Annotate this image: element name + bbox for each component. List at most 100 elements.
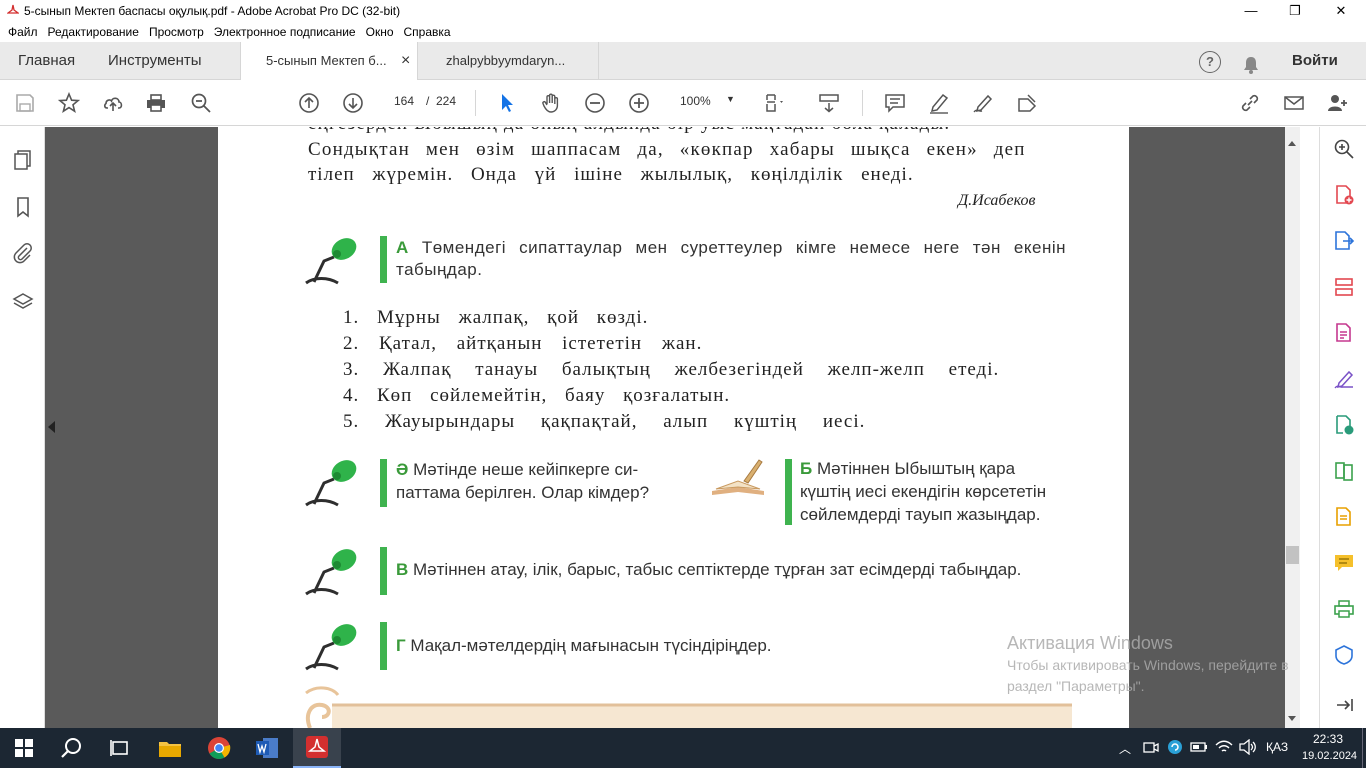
menu-sign[interactable]: Электронное подписание [214,25,356,39]
next-page-icon[interactable] [341,91,365,115]
zoom-out-icon[interactable] [583,91,607,115]
tab-tools[interactable]: Инструменты [108,42,202,80]
create-pdf-icon[interactable] [1332,183,1356,207]
right-tools-panel [1319,127,1366,728]
chrome-icon[interactable] [195,728,243,768]
select-cursor-icon[interactable] [495,91,519,115]
page-fit-icon[interactable] [763,91,787,115]
task-v-letter: В [396,560,409,579]
tab-document-active[interactable]: 5-сынып Мектеп б... × [240,42,418,81]
show-desktop-button[interactable] [1362,728,1366,768]
vertical-scrollbar[interactable] [1285,127,1300,728]
scroll-up-arrow-icon[interactable] [1288,141,1296,146]
organize-pages-icon[interactable] [1332,275,1356,299]
edit-pdf-icon[interactable] [1332,321,1356,345]
windows-start-icon[interactable] [0,728,48,768]
clock-time[interactable]: 22:33 [1313,732,1343,746]
page-total: 224 [436,94,457,108]
layers-icon[interactable] [11,290,35,314]
zoom-search-icon[interactable] [189,91,213,115]
attachment-icon[interactable] [11,241,35,265]
tab-document-2[interactable]: zhalpybbyymdaryn... [422,42,599,80]
task-b: Б Мәтіннен Ыбыштың қара күштің иесі екен… [800,457,1070,526]
clock-date[interactable]: 19.02.2024 [1302,750,1357,762]
word-icon[interactable] [243,728,291,768]
task-a: А Төмендегі сипаттаулар мен суреттеулер … [396,237,1066,281]
star-icon[interactable] [57,91,81,115]
hand-tool-icon[interactable] [539,91,563,115]
language-indicator[interactable]: ҚАЗ [1266,740,1288,754]
fill-sign-icon[interactable] [1332,367,1356,391]
paragraph-line-1: Сондықтан мен өзім шаппасам да, «көкпар … [308,139,1026,160]
draw-pencil-icon[interactable] [971,91,995,115]
task-g-letter: Г [396,636,406,655]
task-view-icon[interactable] [96,728,144,768]
prev-arrow-icon[interactable] [48,421,55,433]
comment-tool-icon[interactable] [1332,551,1356,575]
print-icon[interactable] [144,91,168,115]
task-green-bar [380,459,387,507]
minimize-button[interactable]: — [1228,0,1274,22]
acrobat-taskbar-icon[interactable] [293,728,341,768]
zoom-search-icon[interactable] [1332,137,1356,161]
stamp-edit-icon[interactable] [1015,91,1039,115]
scroll-down-arrow-icon[interactable] [1288,716,1296,721]
protect-icon[interactable] [1332,643,1356,667]
expand-panel-icon[interactable] [1332,693,1356,717]
zoom-in-icon[interactable] [627,91,651,115]
add-person-icon[interactable] [1326,91,1350,115]
page-thumbnails-icon[interactable] [11,148,35,172]
task-v: В Мәтіннен атау, ілік, барыс, табыс септ… [396,560,1076,580]
export-pdf-icon[interactable] [1332,229,1356,253]
menu-file[interactable]: Файл [8,25,38,39]
task-g: Г Мақал-мәтелдердің мағынасын түсіндірің… [396,636,772,656]
tab-home[interactable]: Главная [18,42,75,80]
chevron-down-icon: ▼ [726,94,735,104]
save-icon[interactable] [13,91,37,115]
wifi-icon[interactable] [1215,739,1233,760]
bookmark-icon[interactable] [11,195,35,219]
page-number-input[interactable]: 164 [386,94,422,112]
scroll-thumb[interactable] [1286,546,1299,564]
email-icon[interactable] [1282,91,1306,115]
prev-page-icon[interactable] [297,91,321,115]
menu-help[interactable]: Справка [404,25,451,39]
task-ae-letter: Ә [396,460,409,479]
print-production-icon[interactable] [1332,597,1356,621]
send-for-review-icon[interactable] [1332,413,1356,437]
acrobat-logo-icon [6,4,20,18]
compare-files-icon[interactable] [1332,459,1356,483]
search-icon[interactable] [48,728,96,768]
signin-button[interactable]: Войти [1292,42,1338,80]
activation-watermark-title: Активация Windows [1007,633,1173,653]
task-a-letter: А [396,238,409,257]
scroll-mode-icon[interactable] [817,91,841,115]
upload-cloud-icon[interactable] [101,91,125,115]
menu-window[interactable]: Окно [366,25,394,39]
tab-document-label: 5-сынып Мектеп б... [266,53,387,68]
chevron-up-icon[interactable]: ︿ [1119,740,1131,757]
task-ae-text-2: паттама берілген. Олар кімдер? [396,483,650,502]
tab-close-button[interactable]: × [401,42,410,80]
file-explorer-icon[interactable] [146,728,194,768]
task-green-bar [785,459,792,525]
link-share-icon[interactable] [1238,91,1262,115]
activation-watermark-line: Чтобы активировать Windows, перейдите в [1007,657,1289,673]
meet-now-icon[interactable] [1143,740,1159,759]
task-b-letter: Б [800,459,813,478]
zoom-select[interactable]: 100% ▼ [668,94,740,112]
scan-ocr-icon[interactable] [1332,505,1356,529]
comment-icon[interactable] [883,91,907,115]
maximize-button[interactable]: ❐ [1272,0,1318,22]
bell-icon[interactable] [1242,51,1260,74]
close-window-button[interactable]: ✕ [1318,0,1364,22]
windows-taskbar: ︿ ҚАЗ 22:33 19.02.2024 [0,728,1366,768]
volume-icon[interactable] [1239,738,1257,760]
menu-view[interactable]: Просмотр [149,25,204,39]
highlight-pen-icon[interactable] [927,91,951,115]
menu-edit[interactable]: Редактирование [48,25,139,39]
battery-icon[interactable] [1190,740,1208,759]
task-b-text-2: күштің иесі екендігін көрсететін [800,482,1047,501]
sync-app-icon[interactable] [1167,739,1183,760]
help-button[interactable]: ? [1199,51,1221,73]
